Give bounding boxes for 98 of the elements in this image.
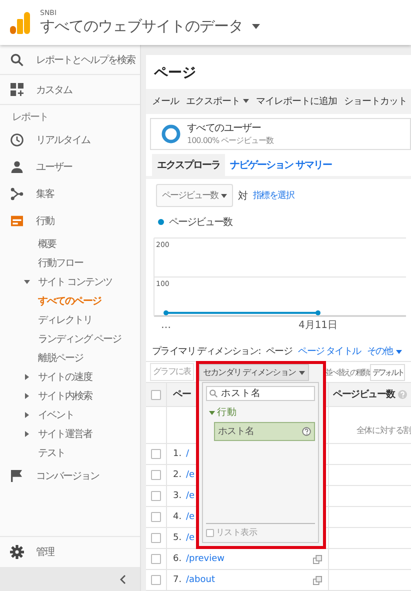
page-title: ページ — [153, 64, 197, 83]
list-view-checkbox[interactable] — [206, 529, 214, 537]
x-axis-label: … — [161, 320, 171, 331]
branch-icon — [10, 186, 24, 200]
dimension-option[interactable]: その他 — [366, 345, 402, 358]
row-number: 7. — [173, 575, 183, 585]
sidebar-subitem[interactable]: テスト — [0, 443, 140, 462]
sidebar-subitem[interactable]: サイトの速度 — [0, 367, 140, 386]
collapse-bar[interactable] — [0, 567, 140, 591]
bar-chart-logo-icon — [10, 12, 30, 34]
sidebar-item[interactable]: コンバージョン — [0, 462, 140, 489]
settings-icon — [10, 545, 24, 559]
legend-label: ページビュー数 — [169, 216, 232, 229]
help-icon — [302, 427, 311, 436]
row-checkbox[interactable] — [151, 491, 161, 501]
dimension-option[interactable]: ページ タイトル — [298, 345, 361, 358]
toolbar-button[interactable]: マイレポートに追加 — [256, 94, 337, 108]
caret-icon — [396, 350, 402, 354]
tab[interactable]: ナビゲーション サマリー — [225, 154, 336, 176]
window-icon — [10, 214, 24, 226]
caret-icon — [221, 194, 227, 198]
column-header[interactable]: ページビュー数 — [333, 388, 395, 401]
dimension-option[interactable]: ページ — [266, 345, 292, 358]
row-number: 3. — [173, 491, 183, 501]
list-view-label: リスト表示 — [216, 527, 258, 539]
row-checkbox[interactable] — [151, 470, 161, 480]
sidebar-item[interactable]: ユーザー — [0, 153, 140, 180]
caret-icon — [298, 370, 305, 374]
sidebar-subitem[interactable]: サイト コンテンツ — [0, 272, 140, 291]
row-number: 6. — [173, 554, 183, 564]
row-number: 4. — [173, 512, 183, 522]
select-metric-link[interactable]: 指標を選択 — [253, 189, 294, 202]
data-point — [164, 310, 168, 316]
row-number: 5. — [173, 533, 183, 543]
page-link[interactable]: /e — [186, 491, 195, 501]
tab[interactable]: エクスプローラ — [152, 154, 225, 176]
row-number: 2. — [173, 470, 183, 480]
row-checkbox[interactable] — [151, 533, 161, 543]
view-selector[interactable]: すべてのウェブサイトのデータ — [40, 17, 260, 36]
search-field[interactable]: ホスト名 — [206, 386, 315, 401]
row-checkbox[interactable] — [151, 554, 161, 564]
sidebar-item[interactable]: 行動 — [0, 207, 140, 234]
sidebar-subitem[interactable]: ディレクトリ — [0, 310, 140, 329]
section-label: レポート — [11, 111, 49, 125]
sidebar-item[interactable]: カスタム — [0, 75, 140, 105]
sidebar-subitem[interactable]: ランディング ページ — [0, 329, 140, 348]
sidebar-item[interactable]: リアルタイム — [0, 126, 140, 153]
toolbar-button[interactable]: メール — [152, 94, 179, 108]
row-checkbox[interactable] — [151, 575, 161, 585]
grid-icon — [10, 83, 24, 96]
toolbar-button[interactable]: ショートカット — [344, 94, 407, 108]
primary-dimension-label: プライマリ ディメンション: — [152, 345, 260, 358]
row-number: 1. — [173, 449, 183, 459]
sidebar-subitem[interactable]: 概要 — [0, 234, 140, 253]
segment-name: すべてのユーザー — [187, 122, 262, 136]
secondary-dimension-dropdown[interactable]: セカンダリ ディメンション — [199, 364, 309, 381]
toolbar-button[interactable]: エクスポート — [186, 94, 249, 108]
row-checkbox[interactable] — [151, 449, 161, 459]
metric-dropdown[interactable]: ページビュー数 — [156, 184, 233, 207]
versus-label: 対 — [238, 190, 248, 202]
copy-icon[interactable] — [313, 554, 322, 564]
sidebar-subitem[interactable]: サイト運営者 — [0, 424, 140, 443]
sidebar-subitem[interactable]: イベント — [0, 405, 140, 424]
dimension-option[interactable]: ホスト名 — [214, 422, 315, 441]
page-link[interactable]: /e — [186, 533, 195, 543]
sidebar-subitem[interactable]: 離脱ページ — [0, 348, 140, 367]
person-icon — [10, 160, 24, 173]
show-in-chart-button[interactable]: グラフに表 — [150, 363, 194, 381]
total-note: 全体に対する割 — [356, 425, 411, 437]
sidebar-item[interactable]: 集客 — [0, 180, 140, 207]
sort-type-label: 並べ替えの種類: — [325, 366, 370, 378]
x-axis-label: 4月11日 — [298, 320, 338, 331]
checkbox[interactable] — [151, 390, 161, 400]
triangle-icon — [209, 410, 215, 416]
sidebar-subitem[interactable]: サイト内検索 — [0, 386, 140, 405]
data-point — [316, 310, 320, 316]
caret-icon — [252, 24, 260, 29]
group-toggle[interactable]: 行動 — [206, 401, 315, 422]
page-link[interactable]: / — [186, 449, 190, 459]
help-icon — [398, 390, 407, 399]
search-field[interactable]: レポートとヘルプを検索 — [0, 45, 140, 75]
page-link[interactable]: /e — [186, 470, 195, 480]
search-icon — [209, 389, 218, 398]
ring-icon — [161, 124, 181, 144]
copy-icon[interactable] — [313, 576, 322, 584]
page-link[interactable]: /e — [186, 512, 195, 522]
clock-icon — [10, 132, 24, 146]
sidebar-subitem[interactable]: 行動フロー — [0, 253, 140, 272]
page-link[interactable]: /about — [186, 575, 215, 585]
chevron-left-icon — [120, 574, 126, 584]
row-checkbox[interactable] — [151, 512, 161, 522]
page-link[interactable]: /preview — [186, 554, 225, 564]
search-icon — [10, 52, 24, 66]
flag-icon — [10, 470, 24, 482]
sort-type-dropdown[interactable]: デフォルト — [370, 364, 406, 380]
column-header[interactable]: ペー — [173, 388, 191, 401]
sidebar-subitem[interactable]: すべてのページ — [0, 291, 140, 310]
segment-detail: 100.00% ページビュー数 — [187, 135, 274, 146]
